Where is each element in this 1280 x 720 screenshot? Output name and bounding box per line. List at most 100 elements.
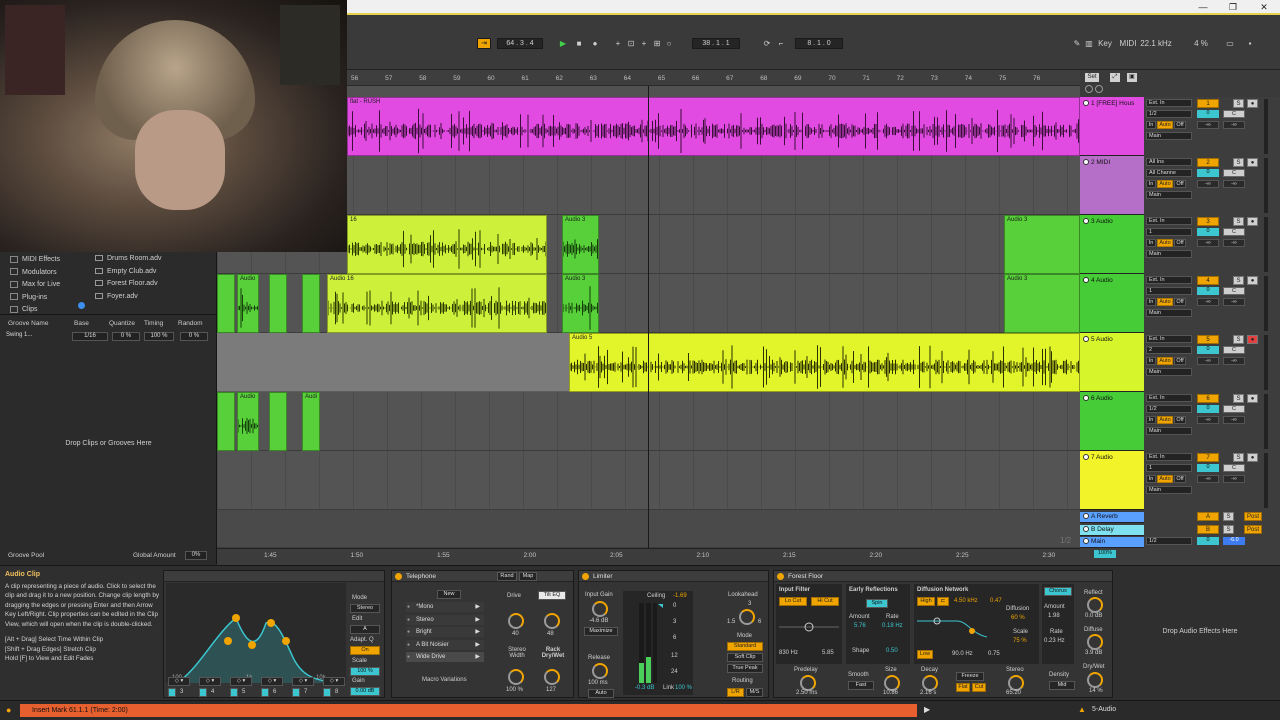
arm-button[interactable]: ● [1247, 276, 1258, 285]
midi-map-button[interactable]: MIDI [1119, 38, 1137, 49]
monitor-auto-button[interactable]: Auto [1157, 416, 1173, 424]
lock-icon[interactable]: ▣ [1127, 73, 1137, 82]
track-activator[interactable]: 1 [1197, 99, 1219, 108]
eq-band-toggle[interactable] [199, 688, 207, 697]
tilt-eq-knob[interactable] [544, 613, 560, 629]
drop-grooves-area[interactable]: Drop Clips or Grooves Here [0, 440, 217, 447]
track-fold-icon[interactable] [1083, 100, 1089, 107]
decay-knob[interactable] [922, 675, 938, 691]
diffusion-value[interactable]: 60 % [1011, 615, 1025, 621]
groove-quantize[interactable]: 0 % [112, 332, 140, 341]
eq-band-shape-select[interactable]: ◇ ▾ [261, 677, 283, 686]
browser-file-item[interactable]: Empty Club.adv [95, 266, 156, 277]
track-name[interactable]: 4 Audio [1083, 277, 1113, 284]
solo-button[interactable]: S [1233, 335, 1244, 344]
arm-button[interactable]: ● [1247, 99, 1258, 108]
track-fold-icon[interactable] [1083, 395, 1089, 402]
input-channel-select[interactable]: 1/2 [1146, 110, 1192, 118]
track-header[interactable]: 5 Audio [1080, 333, 1144, 392]
input-gain-knob[interactable] [592, 601, 608, 617]
monitor-auto-button[interactable]: Auto [1157, 298, 1173, 306]
groove-row[interactable]: Swing 1... 1/16 0 % 100 % 0 % [4, 332, 210, 341]
smooth-select[interactable]: Fast [848, 681, 874, 690]
ceiling-value[interactable]: -1.69 [673, 593, 687, 599]
time-ruler[interactable]: 1:45 1:50 1:55 2:00 2:05 2:10 2:15 2:20 2:25 2:30 [217, 548, 1080, 565]
browser-file-item[interactable]: Forest Floor.adv [95, 278, 158, 289]
browser-category[interactable]: Max for Live [10, 279, 60, 290]
re-enable-automation-icon[interactable]: + [638, 38, 650, 49]
arm-button[interactable]: ● [1247, 394, 1258, 403]
mode-soft-clip[interactable]: Soft Clip [727, 653, 763, 662]
groove-timing[interactable]: 100 % [144, 332, 174, 341]
track-header[interactable]: 6 Audio [1080, 392, 1144, 451]
track-fold-icon[interactable] [1083, 525, 1089, 532]
filter-freq-value[interactable]: 830 Hz [779, 650, 798, 656]
input-channel-select[interactable]: All Channe [1146, 169, 1192, 177]
track-name[interactable]: Main [1083, 538, 1105, 545]
audio-clip-small[interactable] [269, 274, 287, 333]
drive-knob[interactable] [508, 613, 524, 629]
track-name[interactable]: 6 Audio [1083, 395, 1113, 402]
hi-cut-toggle[interactable]: Hi Cut [811, 597, 839, 606]
audio-clip-audio[interactable]: Audio [237, 274, 259, 333]
eq-band-toggle[interactable] [292, 688, 300, 697]
audio-clip-small[interactable] [217, 274, 235, 333]
audio-clip-small[interactable] [302, 274, 320, 333]
monitor-off-button[interactable]: Off [1174, 180, 1186, 188]
monitor-auto-button[interactable]: Auto [1157, 121, 1173, 129]
monitor-in-button[interactable]: In [1146, 121, 1156, 129]
track-activator[interactable]: 4 [1197, 276, 1219, 285]
track-name[interactable]: 2 MIDI [1083, 159, 1110, 166]
filter-q-value[interactable]: 5.85 [822, 650, 834, 656]
eq-gain-field[interactable]: 0.00 dB [350, 687, 380, 696]
track-fold-icon[interactable] [1083, 336, 1089, 343]
input-channel-select[interactable]: 1 [1146, 228, 1192, 236]
solo-button[interactable]: S [1223, 524, 1234, 534]
main-output-select[interactable]: 1/2 [1146, 537, 1192, 545]
return-track-header[interactable]: Main [1080, 537, 1144, 548]
input-channel-select[interactable]: 1 [1146, 464, 1192, 472]
play-icon[interactable]: ▶ [557, 38, 569, 49]
drop-audio-effects-area[interactable]: Drop Audio Effects Here [1120, 628, 1280, 635]
solo-button[interactable]: S [1233, 394, 1244, 403]
solo-button[interactable]: S [1233, 276, 1244, 285]
monitor-in-button[interactable]: In [1146, 416, 1156, 424]
arrangement-position[interactable]: 64 . 3 . 4 [497, 38, 543, 49]
post-toggle[interactable]: Post [1244, 524, 1262, 534]
session-record-icon[interactable]: ○ [663, 38, 675, 49]
ceiling-marker[interactable] [658, 604, 663, 608]
reflect-knob[interactable] [1087, 597, 1103, 613]
groove-random[interactable]: 0 % [180, 332, 208, 341]
solo-button[interactable]: S [1233, 158, 1244, 167]
volume-field[interactable]: 0 [1197, 228, 1219, 236]
key-map-button[interactable]: Key [1096, 38, 1114, 49]
browser-file-item[interactable]: Drums Room.adv [95, 253, 161, 264]
arm-button[interactable]: ● [1247, 453, 1258, 462]
maximize-button[interactable]: Maximize [584, 627, 618, 636]
monitor-off-button[interactable]: Off [1174, 416, 1186, 424]
eq-band-handle-2[interactable] [224, 637, 232, 645]
solo-button[interactable]: S [1233, 453, 1244, 462]
low-q-value[interactable]: 0.75 [988, 651, 1000, 657]
monitor-off-button[interactable]: Off [1174, 475, 1186, 483]
audio-clip-audio-16[interactable]: Audio 16 [327, 274, 547, 333]
chorus-amount-value[interactable]: 1.98 [1048, 613, 1060, 619]
routing-ms[interactable]: M/S [746, 688, 763, 697]
follow-button[interactable]: ⇥ [477, 38, 491, 49]
zoom-field[interactable]: 100% [1094, 550, 1116, 558]
eq-band-toggle[interactable] [168, 688, 176, 697]
monitor-in-button[interactable]: In [1146, 239, 1156, 247]
output-select[interactable]: Main [1146, 191, 1192, 199]
power-icon[interactable] [582, 573, 589, 580]
auto-release-button[interactable]: Auto [588, 689, 614, 698]
diff-freq-value[interactable]: 4.50 kHz [954, 598, 978, 604]
input-type-select[interactable]: All Ins [1146, 158, 1192, 166]
track-fold-icon[interactable] [1083, 159, 1089, 166]
track-fold-icon[interactable] [1083, 454, 1089, 461]
low-freq-value[interactable]: 90.0 Hz [952, 651, 973, 657]
draw-mode-icon[interactable]: ✎ [1072, 38, 1082, 49]
loop-start[interactable]: 38 . 1 . 1 [692, 38, 740, 49]
pan-field[interactable]: C [1223, 405, 1245, 413]
output-select[interactable]: Main [1146, 250, 1192, 258]
audio-clip-16[interactable]: 16 [347, 215, 547, 274]
